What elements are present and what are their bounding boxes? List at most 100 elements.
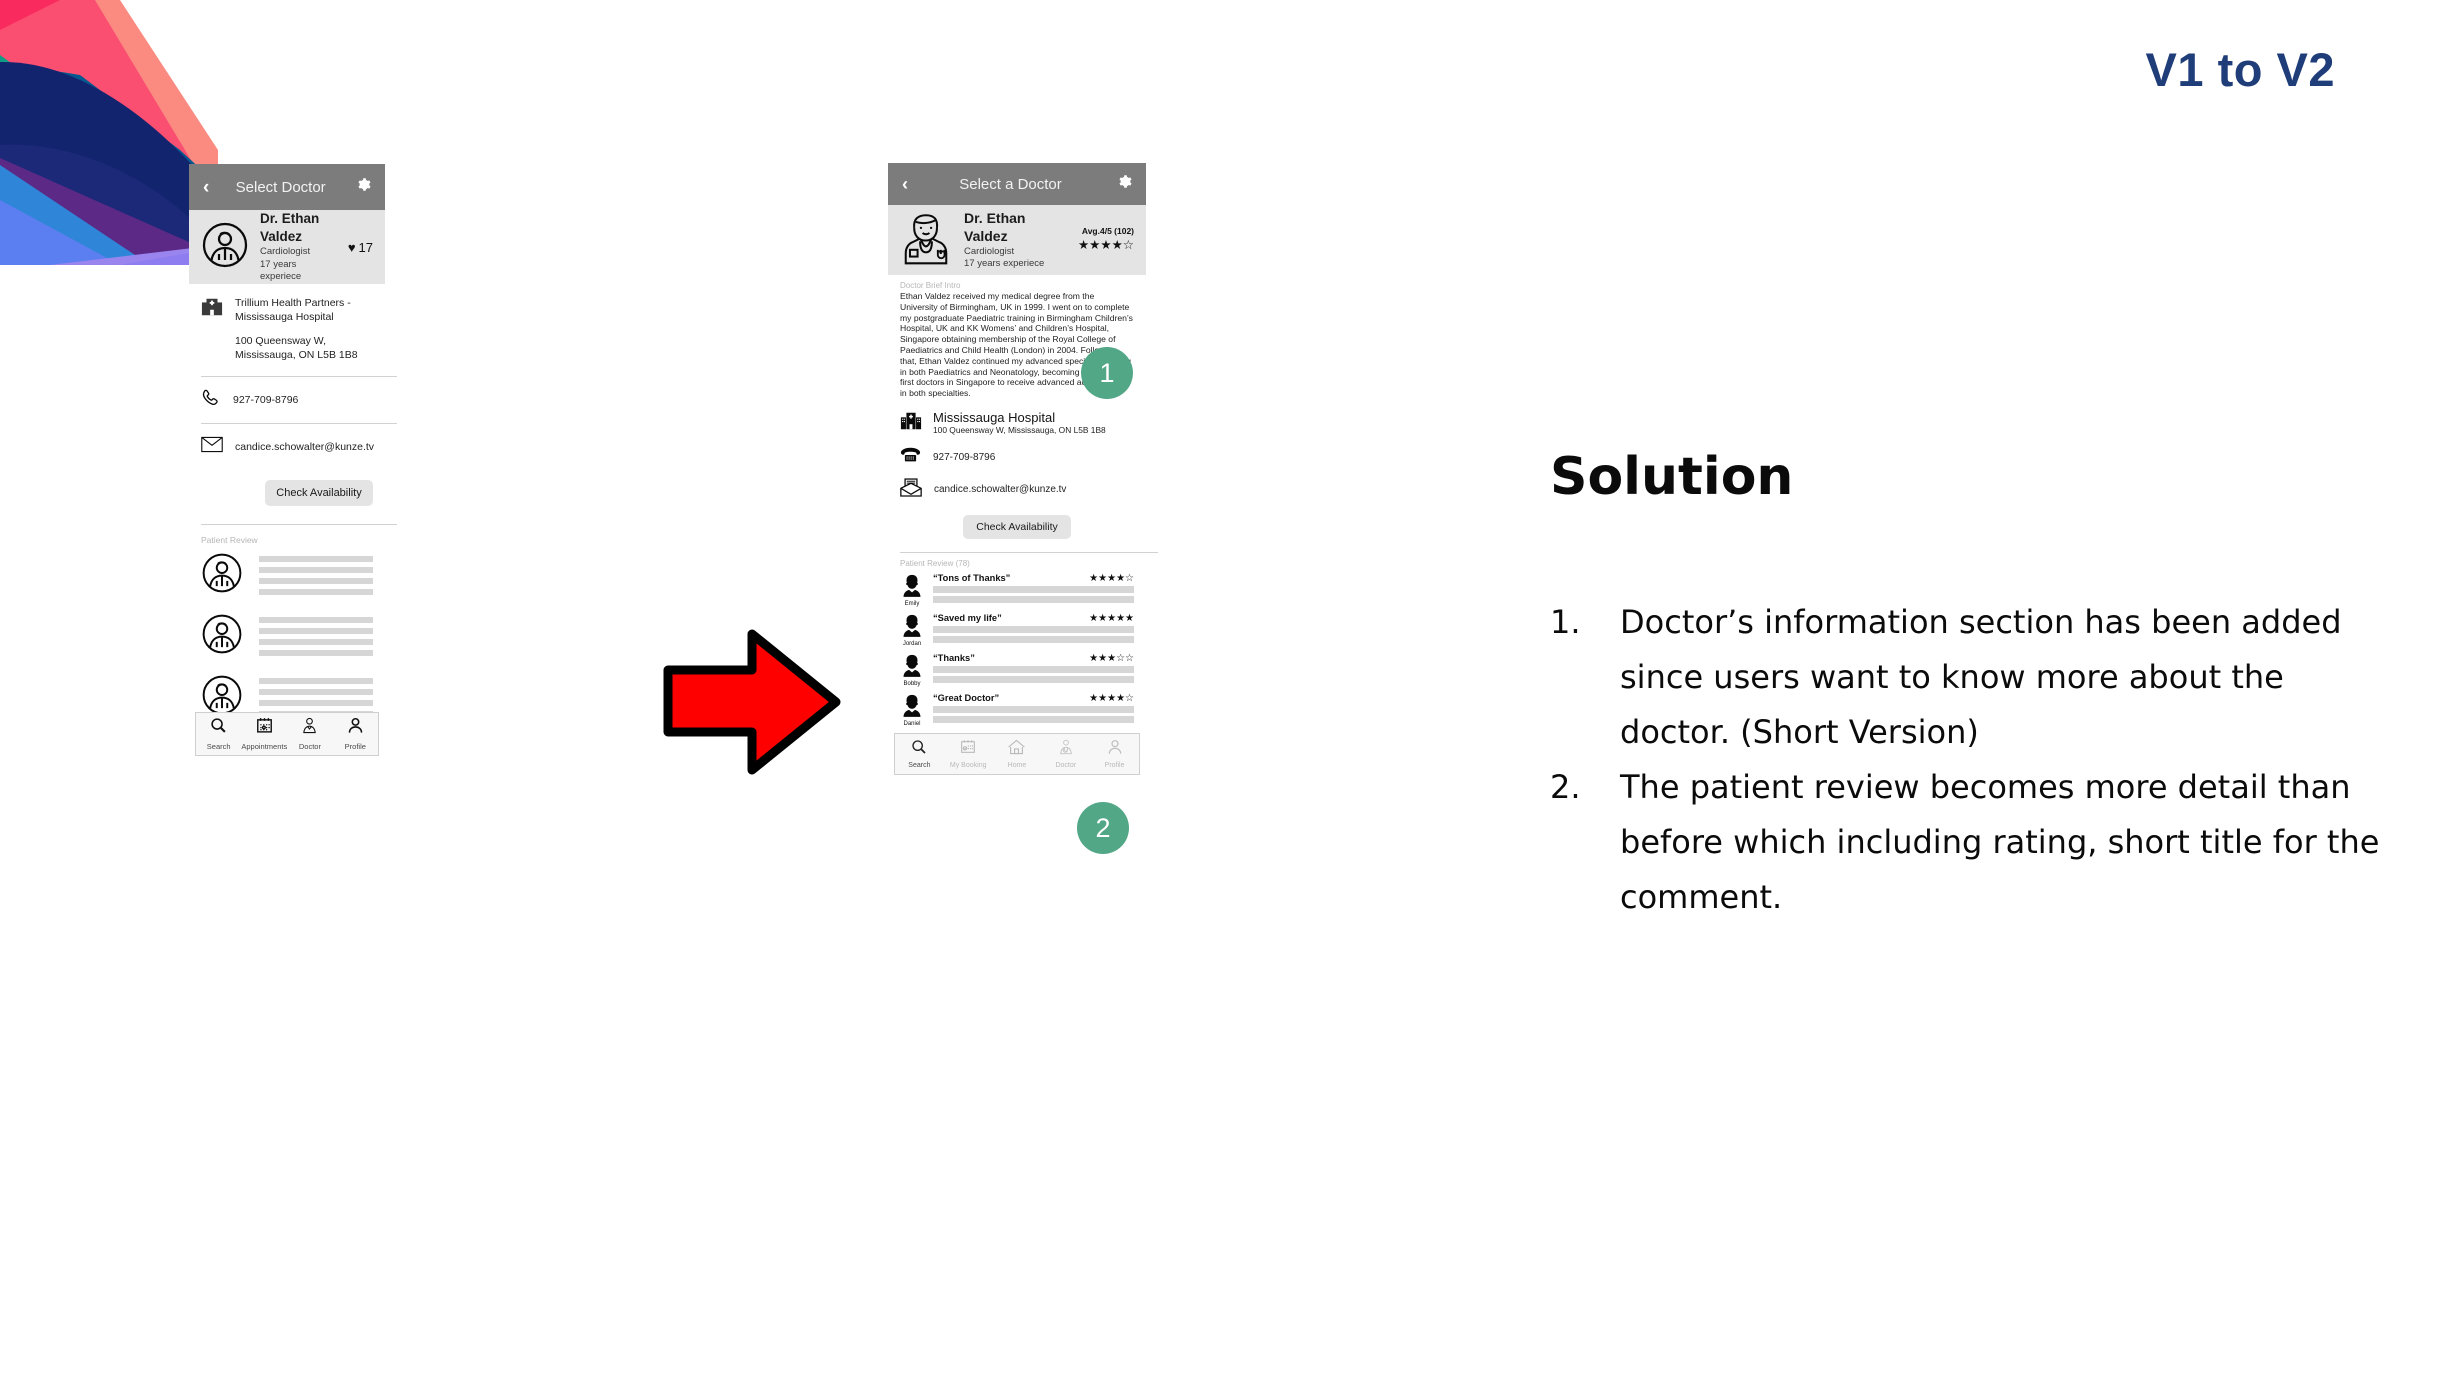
sidebar-item-search[interactable]: Search: [196, 713, 241, 755]
review-body: “Great Doctor” ★★★★☆: [933, 693, 1134, 723]
reviewer-name: Jordan: [902, 640, 922, 647]
review-title: “Great Doctor”: [933, 692, 1000, 703]
nav-label: Search: [206, 742, 231, 751]
v1-appbar: ‹ Select Doctor: [189, 164, 385, 210]
reviewer-avatar-icon: Emily: [900, 573, 924, 607]
v1-hospital-name: Trillium Health Partners - Mississauga H…: [235, 297, 351, 323]
review-body: “Saved my life” ★★★★★: [933, 613, 1134, 643]
v1-check-availability-button[interactable]: Check Availability: [265, 480, 373, 506]
review-body: “Tons of Thanks” ★★★★☆: [933, 573, 1134, 603]
v1-review-placeholder-list: [189, 545, 385, 728]
sidebar-item-doctor[interactable]: Doctor: [1041, 734, 1090, 774]
v1-doctor-specialty: Cardiologist: [260, 246, 311, 258]
envelope-icon: [201, 436, 223, 458]
heart-icon: ♥: [347, 239, 356, 255]
phone-icon: [201, 388, 221, 413]
review-stars: ★★★★☆: [1089, 572, 1134, 584]
v2-doctor-rating: Avg.4/5 (102) ★★★★☆: [1078, 226, 1134, 254]
nav-label: My Booking: [949, 762, 987, 769]
list-item[interactable]: [189, 545, 385, 606]
callout-badge-1: 1: [1081, 347, 1133, 399]
v2-review-list: Emily “Tons of Thanks” ★★★★☆ Jordan “Saved m…: [888, 569, 1146, 729]
v2-intro-label: Doctor Brief Intro: [900, 281, 961, 290]
v2-hospital-name: Mississauga Hospital: [933, 409, 1056, 425]
v1-divider-3: [201, 524, 397, 525]
doctor-icon: [301, 717, 318, 739]
v1-doctor-experience: 17 years experiece: [260, 258, 302, 283]
doctor-portrait-icon: [900, 211, 952, 270]
review-stars: ★★★★★: [1089, 612, 1134, 624]
review-title: “Tons of Thanks”: [933, 572, 1011, 583]
reviewer-avatar-icon: Daniel: [900, 693, 924, 727]
list-item[interactable]: [189, 606, 385, 667]
sidebar-item-profile[interactable]: Profile: [333, 713, 378, 755]
search-icon: [210, 717, 227, 739]
v1-patient-review-label: Patient Review: [201, 535, 258, 545]
v2-email-address: candice.schowalter@kunze.tv: [934, 484, 1067, 496]
right-arrow-icon: [660, 612, 890, 792]
reviewer-name: Emily: [904, 600, 920, 607]
search-icon: [911, 739, 927, 760]
review-title: “Thanks”: [933, 652, 975, 663]
solution-point-text: The patient review becomes more detail t…: [1620, 768, 2380, 916]
reviewer-avatar-icon: Jordan: [900, 613, 924, 647]
v2-bottom-navigation: Search My Booking Home Doctor Profile: [894, 733, 1140, 775]
table-row[interactable]: Jordan “Saved my life” ★★★★★: [888, 609, 1146, 649]
v2-email-row[interactable]: candice.schowalter@kunze.tv: [888, 474, 1146, 506]
sidebar-item-appointments[interactable]: Appointments: [241, 713, 287, 755]
gear-icon[interactable]: [356, 177, 371, 197]
sidebar-item-profile[interactable]: Profile: [1090, 734, 1139, 774]
callout-badge-2: 2: [1077, 802, 1129, 854]
slide-canvas: ‹ Select Doctor Dr. Ethan Valdez Cardiol…: [0, 0, 2440, 1373]
v2-phone-row[interactable]: 927-709-8796: [888, 442, 1146, 474]
solution-heading: Solution: [1550, 447, 1794, 507]
v1-like-group[interactable]: ♥ 17: [348, 240, 373, 255]
person-icon: [347, 717, 364, 739]
doctor-icon: [1058, 739, 1074, 760]
nav-label: Doctor: [298, 742, 321, 751]
table-row[interactable]: Daniel “Great Doctor” ★★★★☆: [888, 689, 1146, 729]
review-stars: ★★★★☆: [1089, 692, 1134, 704]
v2-appbar: ‹ Select a Doctor: [888, 163, 1146, 205]
v1-bottom-navigation: Search Appointments Doctor Profile: [195, 712, 379, 756]
v1-phone-row[interactable]: 927-709-8796: [189, 377, 385, 423]
v1-like-count: 17: [358, 239, 373, 255]
open-envelope-icon: [900, 478, 922, 502]
v1-doctor-card[interactable]: Dr. Ethan Valdez Cardiologist 17 years e…: [189, 210, 385, 284]
calendar-icon: [256, 717, 273, 739]
v1-email-row[interactable]: candice.schowalter@kunze.tv: [189, 424, 385, 470]
nav-label: Appointments: [241, 742, 288, 751]
review-stars: ★★★☆☆: [1089, 652, 1134, 664]
v2-appbar-title: Select a Doctor: [959, 175, 1062, 193]
sidebar-item-home[interactable]: Home: [993, 734, 1042, 774]
v1-hospital-row: Trillium Health Partners - Mississauga H…: [189, 284, 385, 362]
telephone-icon: [900, 447, 921, 468]
v2-check-availability-button[interactable]: Check Availability: [963, 514, 1071, 539]
v2-doctor-specialty: Cardiologist: [964, 245, 1015, 257]
doctor-avatar-icon: [201, 221, 249, 274]
table-row[interactable]: Bobby “Thanks” ★★★☆☆: [888, 649, 1146, 689]
v2-doctor-stars: ★★★★☆: [1077, 238, 1134, 252]
sidebar-item-doctor[interactable]: Doctor: [287, 713, 332, 755]
reviewer-name: Daniel: [903, 720, 921, 727]
v2-doctor-card[interactable]: Dr. Ethan Valdez Cardiologist 17 years e…: [888, 205, 1146, 275]
nav-label: Home: [1007, 762, 1027, 769]
solution-point: 1. Doctor’s information section has been …: [1550, 595, 2395, 760]
reviewer-avatar-icon: [201, 552, 243, 599]
v2-doctor-name: Dr. Ethan Valdez: [964, 209, 1026, 244]
review-title: “Saved my life”: [933, 612, 1002, 623]
hospital-icon: [900, 410, 922, 437]
sidebar-item-my-booking[interactable]: My Booking: [944, 734, 993, 774]
v2-avg-rating-text: Avg.4/5 (102): [1081, 226, 1134, 236]
home-icon: [1008, 739, 1026, 760]
sidebar-item-search[interactable]: Search: [895, 734, 944, 774]
nav-label: Profile: [1104, 762, 1125, 769]
table-row[interactable]: Emily “Tons of Thanks” ★★★★☆: [888, 569, 1146, 609]
v1-email-address: candice.schowalter@kunze.tv: [235, 441, 375, 453]
v2-hospital-address: 100 Queensway W, Mississauga, ON L5B 1B8: [933, 424, 1106, 435]
solution-point-number: 1.: [1550, 603, 1581, 641]
v2-phone-number: 927-709-8796: [933, 452, 996, 464]
solution-point-number: 2.: [1550, 768, 1581, 806]
gear-icon[interactable]: [1117, 174, 1132, 194]
v2-hospital-row: Mississauga Hospital 100 Queensway W, Mi…: [888, 399, 1146, 437]
